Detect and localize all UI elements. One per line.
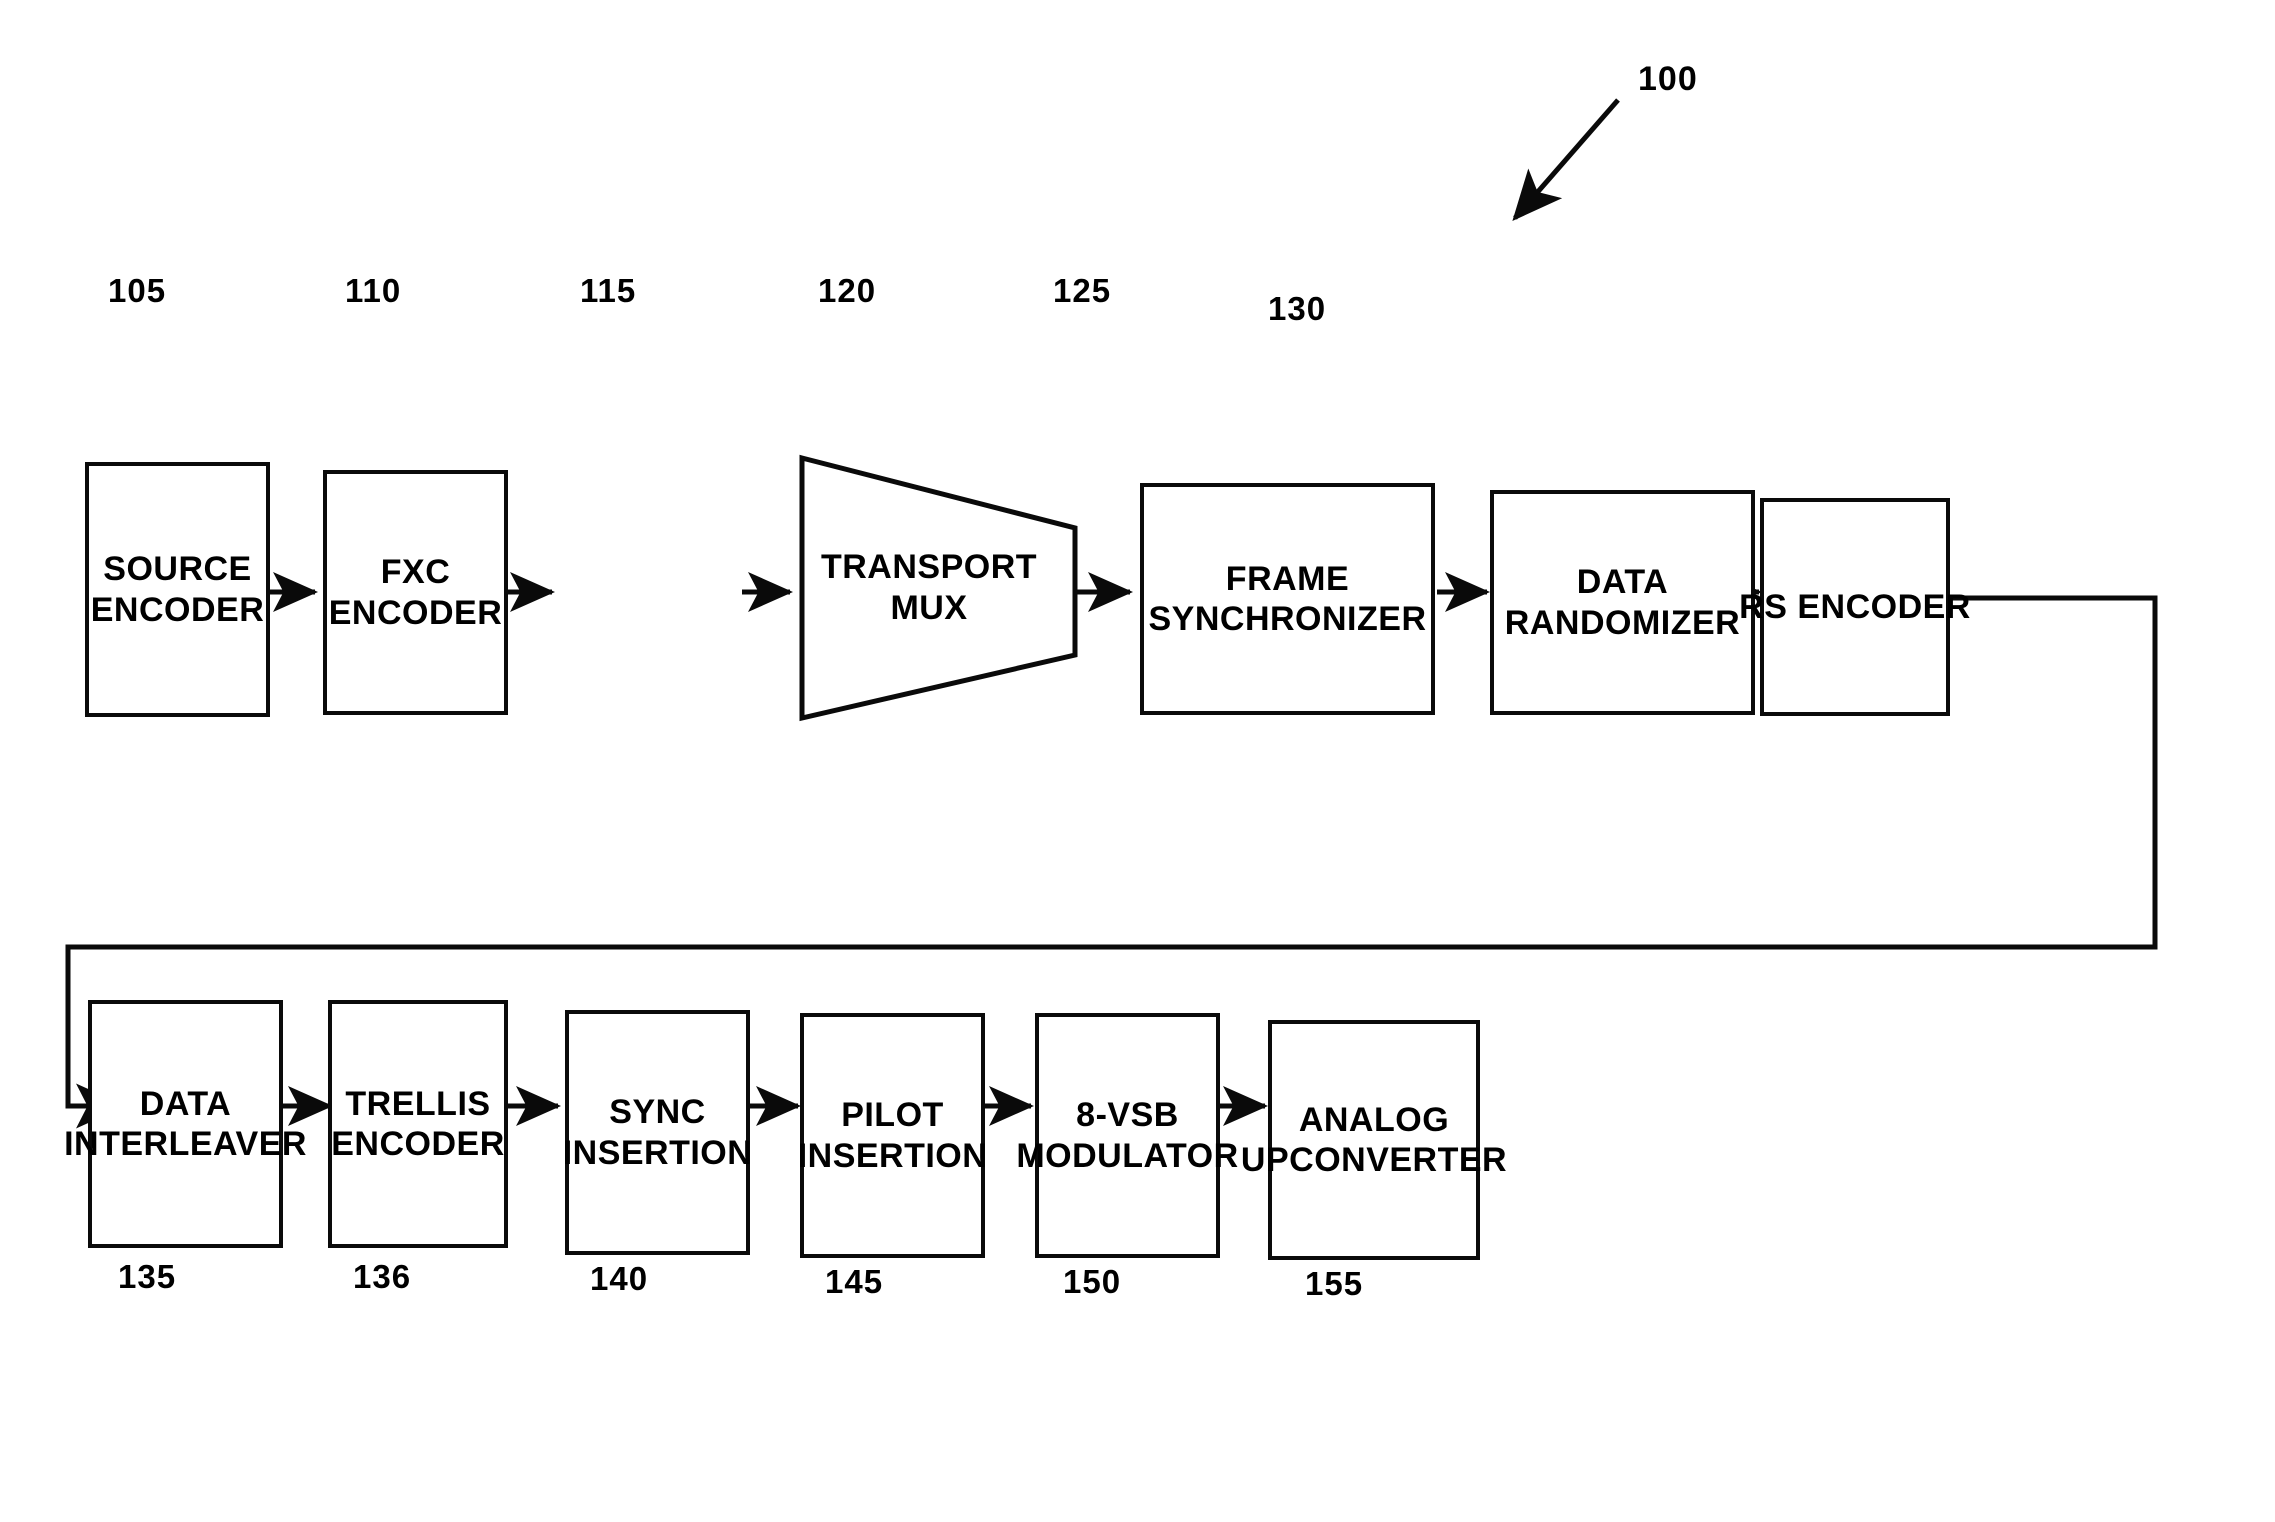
block-source-encoder[interactable]: SOURCE ENCODER xyxy=(85,462,270,717)
block-label-line1: FXC xyxy=(380,553,451,592)
block-sync-insertion[interactable]: SYNC INSERTION xyxy=(562,1010,753,1255)
ref-numeral-135: 135 xyxy=(118,1258,177,1295)
block-data-randomizer[interactable]: DATA RANDOMIZER xyxy=(1490,490,1755,715)
block-label-line2: MODULATOR xyxy=(1016,1136,1239,1175)
connector-wires xyxy=(65,98,2158,1129)
block-label-line2: MUX xyxy=(890,588,968,627)
block-label-line1: DATA xyxy=(139,1084,232,1123)
patent-figure-100: 100 105 SOURCE ENCODER 110 FXC ENCODER 1… xyxy=(0,0,2275,1522)
block-label-line2: INTERLEAVER xyxy=(64,1125,307,1163)
block-label-line2: INSERTION xyxy=(562,1133,753,1172)
block-label-line2: RANDOMIZER xyxy=(1504,603,1741,642)
block-rs-encoder[interactable]: RS ENCODER xyxy=(1739,498,1970,716)
ref-numeral-125: 125 xyxy=(1053,272,1112,309)
ref-numeral-136: 136 xyxy=(353,1258,412,1295)
block-fxc-encoder[interactable]: FXC ENCODER xyxy=(323,470,508,715)
block-label-line1: SYNC xyxy=(609,1093,706,1132)
ref-numeral-105: 105 xyxy=(108,272,167,309)
block-label-line1: DATA xyxy=(1576,563,1669,602)
block-label-line1: FRAME xyxy=(1225,559,1350,598)
ref-numeral-145: 145 xyxy=(825,1263,884,1300)
figure-number-100: 100 xyxy=(1638,60,1698,98)
ref-numeral-130: 130 xyxy=(1268,290,1327,327)
block-label-line2: INSERTION xyxy=(797,1136,988,1175)
block-label-line1: ANALOG xyxy=(1298,1100,1450,1139)
ref-numeral-140: 140 xyxy=(590,1260,649,1297)
block-label-line1: TRELLIS xyxy=(345,1084,491,1123)
block-label-line1: SOURCE xyxy=(103,550,252,589)
block-label-line1: 8-VSB xyxy=(1076,1096,1179,1135)
block-label-line1: PILOT xyxy=(841,1096,944,1135)
ref-numeral-120: 120 xyxy=(818,272,877,309)
ref-numeral-150: 150 xyxy=(1063,1263,1122,1300)
block-frame-synchronizer[interactable]: FRAME SYNCHRONIZER xyxy=(1140,483,1435,715)
ref-numeral-155: 155 xyxy=(1305,1265,1364,1302)
block-8vsb-modulator[interactable]: 8-VSB MODULATOR xyxy=(1016,1013,1238,1258)
block-data-interleaver[interactable]: DATA INTERLEAVER xyxy=(64,1000,306,1248)
block-label-line2: UPCONVERTER xyxy=(1240,1141,1508,1179)
block-label-line2: SYNCHRONIZER xyxy=(1148,600,1427,638)
block-trellis-encoder[interactable]: TRELLIS ENCODER xyxy=(328,1000,508,1248)
block-transport-mux[interactable]: TRANSPORT MUX xyxy=(790,450,1080,725)
block-label-line2: ENCODER xyxy=(328,593,503,632)
block-label-line1: TRANSPORT xyxy=(820,548,1038,587)
block-analog-upconverter[interactable]: ANALOG UPCONVERTER xyxy=(1241,1020,1507,1260)
block-label-line1: RS ENCODER xyxy=(1739,587,1971,626)
ref-numeral-115: 115 xyxy=(580,272,637,309)
block-pilot-insertion[interactable]: PILOT INSERTION xyxy=(797,1013,988,1258)
block-label-line2: ENCODER xyxy=(331,1125,505,1163)
ref-numeral-110: 110 xyxy=(345,272,402,309)
block-label-line2: ENCODER xyxy=(90,590,265,629)
